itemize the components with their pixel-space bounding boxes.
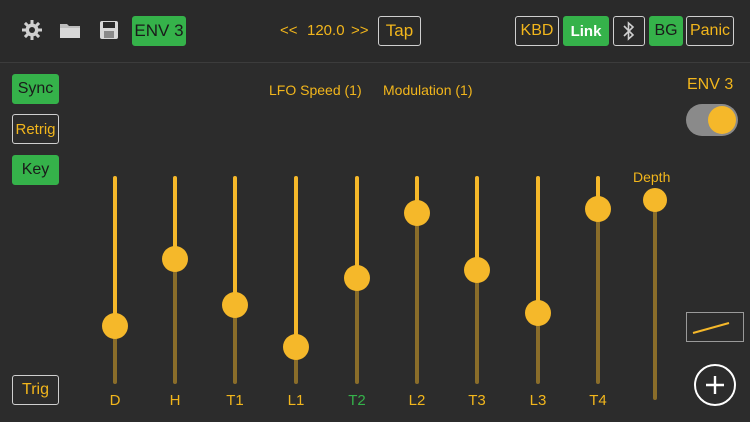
tempo-value[interactable]: 120.0 [307, 22, 345, 39]
toggle-knob [708, 106, 736, 134]
link-button[interactable]: Link [563, 16, 609, 46]
fader-knob-t3[interactable] [464, 256, 490, 283]
bg-button[interactable]: BG [649, 16, 683, 46]
curve-shape-button[interactable] [686, 312, 744, 342]
fader-track-lower [475, 269, 479, 384]
fader-label-l3: L3 [529, 392, 547, 409]
fader-label-d: D [109, 392, 121, 409]
save-icon[interactable] [97, 18, 121, 42]
fader-knob-h[interactable] [162, 246, 188, 273]
trig-button[interactable]: Trig [12, 375, 59, 405]
fader-knob-l3[interactable] [525, 300, 551, 327]
fader-label-t3: T3 [468, 392, 486, 409]
fader-knob-d[interactable] [102, 312, 128, 339]
modulation-label: Modulation (1) [383, 82, 473, 98]
sync-button[interactable]: Sync [12, 74, 59, 104]
tempo-decrease-button[interactable]: << [280, 22, 298, 39]
gear-icon[interactable] [20, 18, 44, 42]
fader-track-lower [596, 209, 600, 384]
linear-curve-icon [692, 322, 730, 334]
fader-track-lower [415, 213, 419, 384]
depth-label: Depth [633, 169, 671, 185]
fader-track-lower [173, 259, 177, 384]
fader-label-t2: T2 [348, 392, 366, 409]
fader-knob-l1[interactable] [283, 333, 309, 360]
fader-track-upper [475, 176, 479, 270]
folder-icon[interactable] [58, 18, 82, 42]
depth-track [653, 200, 657, 400]
fader-label-h: H [169, 392, 181, 409]
lfo-speed-label: LFO Speed (1) [269, 82, 362, 98]
panic-button[interactable]: Panic [686, 16, 734, 46]
fader-track-lower [355, 277, 359, 384]
tempo-increase-button[interactable]: >> [351, 22, 369, 39]
bluetooth-icon [623, 21, 635, 41]
fader-track-upper [355, 176, 359, 278]
key-button[interactable]: Key [12, 155, 59, 185]
fader-label-l2: L2 [408, 392, 426, 409]
fader-track-upper [536, 176, 540, 314]
env-enable-toggle[interactable] [686, 104, 738, 136]
fader-label-t1: T1 [226, 392, 244, 409]
depth-knob[interactable] [643, 188, 667, 213]
fader-track-upper [294, 176, 298, 347]
tap-button[interactable]: Tap [378, 16, 421, 46]
env-select-button[interactable]: ENV 3 [132, 16, 186, 46]
retrig-button[interactable]: Retrig [12, 114, 59, 144]
bluetooth-button[interactable] [613, 16, 645, 46]
kbd-button[interactable]: KBD [515, 16, 559, 46]
fader-track-upper [113, 176, 117, 326]
fader-knob-t1[interactable] [222, 291, 248, 318]
fader-knob-t2[interactable] [344, 264, 370, 291]
fader-label-l1: L1 [287, 392, 305, 409]
plus-icon [706, 376, 724, 394]
fader-label-t4: T4 [589, 392, 607, 409]
add-button[interactable] [694, 364, 736, 406]
fader-knob-l2[interactable] [404, 200, 430, 227]
env-title: ENV 3 [687, 76, 734, 93]
fader-knob-t4[interactable] [585, 196, 611, 223]
fader-track-upper [233, 176, 237, 305]
